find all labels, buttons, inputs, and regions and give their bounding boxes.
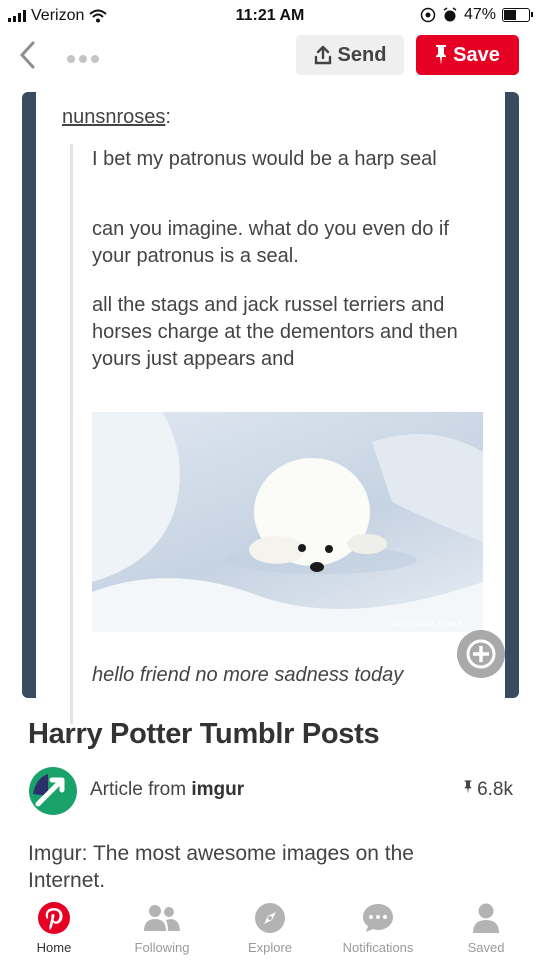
save-button[interactable]: Save	[416, 35, 519, 75]
seal-illustration: DOLLZEGRAVE TUMBLR	[92, 412, 483, 632]
person-icon	[473, 903, 499, 933]
compass-icon	[255, 903, 285, 933]
pin-title: Harry Potter Tumblr Posts	[28, 718, 380, 750]
more-options-button[interactable]	[66, 44, 100, 70]
post-paragraph: all the stags and jack russel terriers a…	[92, 294, 458, 370]
chevron-left-icon	[19, 41, 35, 69]
tumblr-post-screenshot: nunsnroses: I bet my patronus would be a…	[36, 92, 505, 724]
zoom-button[interactable]	[457, 630, 505, 678]
battery-percent: 47%	[463, 6, 496, 23]
article-source[interactable]: Article from imgur	[90, 779, 244, 801]
username-text: nunsnroses	[62, 106, 166, 128]
people-icon	[144, 905, 180, 931]
tab-label: Home	[36, 940, 72, 955]
source-avatar[interactable]	[28, 766, 78, 816]
pin-toolbar: Send Save	[0, 32, 540, 82]
tab-following[interactable]: Following	[108, 900, 216, 955]
article-prefix: Article from	[90, 779, 192, 800]
location-lock-icon	[420, 7, 436, 23]
post-paragraph: can you imagine. what do you even do if …	[92, 218, 449, 267]
pin-description: Imgur: The most awesome images on the In…	[28, 842, 414, 892]
saves-count: 6.8k	[464, 779, 513, 801]
send-button[interactable]: Send	[296, 35, 404, 75]
back-button[interactable]	[18, 40, 36, 74]
send-label: Send	[337, 43, 387, 66]
username-colon: :	[165, 106, 171, 128]
plus-icon	[466, 639, 496, 669]
saves-count-value: 6.8k	[477, 779, 513, 800]
battery-icon	[502, 8, 533, 22]
post-paragraph: I bet my patronus would be a harp seal	[92, 148, 437, 170]
tab-saved[interactable]: Saved	[432, 900, 540, 955]
tab-label: Notifications	[342, 940, 414, 955]
bottom-tab-bar: Home Following Explore Notifications Sav…	[0, 900, 540, 960]
save-label: Save	[453, 43, 500, 66]
system-indicators: 47%	[420, 6, 533, 24]
share-icon	[314, 45, 331, 65]
pushpin-icon	[436, 45, 447, 65]
watermark: DOLLZEGRAVE TUMBLR	[392, 622, 463, 628]
article-source-name: imgur	[191, 779, 245, 800]
post-username: nunsnroses:	[62, 106, 171, 129]
post-caption: hello friend no more sadness today	[92, 664, 404, 686]
tab-home[interactable]: Home	[0, 900, 108, 955]
tab-label: Following	[134, 940, 190, 955]
more-dots-icon	[67, 55, 99, 63]
harp-seal-photo: DOLLZEGRAVE TUMBLR	[92, 412, 483, 632]
tab-label: Saved	[467, 940, 505, 955]
pin-image[interactable]: nunsnroses: I bet my patronus would be a…	[22, 92, 519, 724]
quote-bar	[70, 144, 73, 724]
tab-explore[interactable]: Explore	[216, 900, 324, 955]
pushpin-icon	[464, 780, 472, 794]
chat-bubble-icon	[363, 904, 393, 932]
alarm-icon	[443, 7, 457, 22]
imgur-logo-icon	[29, 767, 77, 815]
battery-level	[504, 10, 517, 20]
pinterest-logo-icon	[38, 902, 70, 934]
tab-label: Explore	[247, 940, 293, 955]
status-bar: Verizon 11:21 AM 47%	[0, 0, 540, 32]
tab-notifications[interactable]: Notifications	[324, 900, 432, 955]
